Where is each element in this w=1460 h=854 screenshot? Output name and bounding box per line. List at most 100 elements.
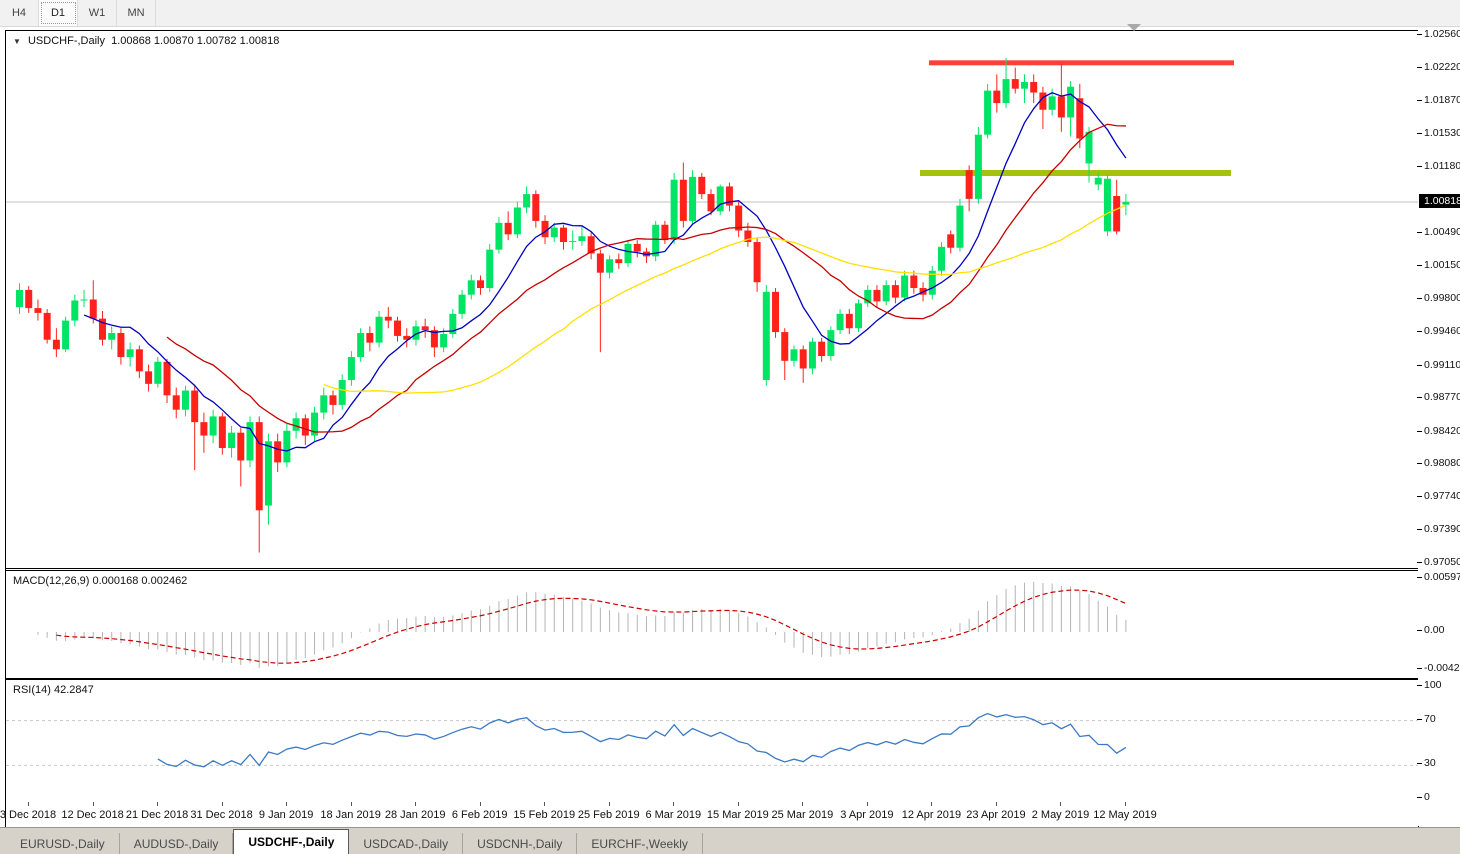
date-tick — [802, 802, 804, 806]
date-label: 31 Dec 2018 — [190, 809, 253, 821]
price-tick — [1417, 397, 1422, 398]
date-label: 18 Jan 2019 — [320, 809, 381, 821]
date-label: 25 Mar 2019 — [771, 809, 834, 821]
date-label: 9 Jan 2019 — [258, 809, 314, 821]
rsi-label: 0 — [1424, 791, 1430, 803]
price-tick — [1417, 562, 1422, 563]
chart-tab-usdcad-daily[interactable]: USDCAD-,Daily — [349, 833, 464, 854]
date-tick — [286, 802, 288, 806]
chart-title: ▼ USDCHF-,Daily 1.00868 1.00870 1.00782 … — [13, 35, 279, 47]
price-chart-canvas[interactable] — [6, 31, 1418, 568]
price-label: 0.99800 — [1424, 292, 1460, 304]
chart-ohlc-values: 1.00868 1.00870 1.00782 1.00818 — [111, 35, 280, 47]
macd-title: MACD(12,26,9) 0.000168 0.002462 — [13, 575, 187, 587]
macd-values: 0.000168 0.002462 — [92, 575, 188, 587]
date-tick — [931, 802, 933, 806]
date-label: 15 Feb 2019 — [513, 809, 576, 821]
chart-tab-bar: EURUSD-,Daily AUDUSD-,Daily USDCHF-,Daily U… — [0, 827, 1460, 854]
price-tick — [1417, 133, 1422, 134]
date-label: 12 Apr 2019 — [901, 809, 962, 821]
price-label: 0.98770 — [1424, 391, 1460, 403]
date-label: 3 Dec 2018 — [0, 809, 57, 821]
price-label: 0.98420 — [1424, 425, 1460, 437]
date-tick — [544, 802, 546, 806]
value-axis-column[interactable]: 1.00818 1.02560 1.02220 1.01870 1.01530 1.01… — [1417, 28, 1460, 826]
scroll-end-marker-icon[interactable] — [1127, 24, 1141, 31]
chart-window[interactable]: ▼ USDCHF-,Daily 1.00868 1.00870 1.00782 … — [0, 30, 1419, 828]
price-label: 1.00490 — [1424, 226, 1460, 238]
mt4-terminal: { "toolbar": { "timeframes": [ {"label":… — [0, 0, 1460, 854]
price-tick — [1417, 463, 1422, 464]
date-tick — [415, 802, 417, 806]
timeframe-mn-button[interactable]: MN — [117, 0, 156, 26]
rsi-canvas[interactable] — [6, 680, 1418, 802]
rsi-panel[interactable]: RSI(14) 42.2847 — [6, 679, 1418, 803]
macd-canvas[interactable] — [6, 571, 1418, 678]
date-label: 12 Dec 2018 — [61, 809, 124, 821]
date-label: 23 Apr 2019 — [966, 809, 1026, 821]
price-label: 1.02560 — [1424, 28, 1460, 40]
timeframe-toolbar: H4 D1 W1 MN — [0, 0, 1460, 27]
price-label: 1.02220 — [1424, 61, 1460, 73]
rsi-tick — [1417, 763, 1422, 764]
price-tick — [1417, 100, 1422, 101]
price-tick — [1417, 265, 1422, 266]
price-panel[interactable]: ▼ USDCHF-,Daily 1.00868 1.00870 1.00782 … — [6, 31, 1418, 569]
price-label: 1.00150 — [1424, 259, 1460, 271]
date-tick — [221, 802, 223, 806]
macd-tick — [1417, 668, 1422, 669]
price-label: 0.97050 — [1424, 556, 1460, 568]
price-tick — [1417, 431, 1422, 432]
rsi-tick — [1417, 685, 1422, 686]
macd-panel[interactable]: MACD(12,26,9) 0.000168 0.002462 — [6, 570, 1418, 679]
date-axis[interactable]: 3 Dec 2018 12 Dec 2018 21 Dec 2018 31 Dec 2… — [0, 802, 1418, 827]
date-tick — [350, 802, 352, 806]
timeframe-h4-button[interactable]: H4 — [0, 0, 39, 26]
date-tick — [866, 802, 868, 806]
price-tick — [1417, 67, 1422, 68]
macd-tick — [1417, 577, 1422, 578]
chart-tab-usdchf-daily[interactable]: USDCHF-,Daily — [233, 829, 350, 854]
date-tick — [1060, 802, 1062, 806]
price-label: 1.01530 — [1424, 127, 1460, 139]
timeframe-buttons: H4 D1 W1 MN — [0, 0, 156, 26]
date-tick — [479, 802, 481, 806]
date-tick — [673, 802, 675, 806]
price-label: 0.99460 — [1424, 325, 1460, 337]
macd-label: MACD(12,26,9) — [13, 575, 90, 587]
date-label: 25 Feb 2019 — [577, 809, 640, 821]
date-label: 3 Apr 2019 — [840, 809, 894, 821]
rsi-value: 42.2847 — [53, 684, 94, 696]
price-tick — [1417, 365, 1422, 366]
chart-tab-eurusd-daily[interactable]: EURUSD-,Daily — [6, 833, 120, 854]
date-tick — [92, 802, 94, 806]
chart-symbol-label: USDCHF-,Daily — [27, 35, 105, 47]
rsi-label: 100 — [1424, 679, 1442, 691]
macd-label: -0.004243 — [1424, 662, 1460, 674]
price-label: 0.97740 — [1424, 490, 1460, 502]
timeframe-d1-button[interactable]: D1 — [39, 0, 78, 26]
chart-tab-audusd-daily[interactable]: AUDUSD-,Daily — [120, 833, 234, 854]
price-label: 1.01180 — [1424, 160, 1460, 172]
date-label: 12 May 2019 — [1093, 809, 1157, 821]
chart-tab-eurchf-weekly[interactable]: EURCHF-,Weekly — [577, 833, 703, 854]
current-price-badge: 1.00818 — [1419, 194, 1460, 208]
price-label: 0.99110 — [1424, 359, 1460, 371]
rsi-label: 30 — [1424, 757, 1436, 769]
date-tick — [608, 802, 610, 806]
price-tick — [1417, 166, 1422, 167]
rsi-title: RSI(14) 42.2847 — [13, 684, 94, 696]
price-tick — [1417, 529, 1422, 530]
date-label: 21 Dec 2018 — [125, 809, 189, 821]
timeframe-w1-button[interactable]: W1 — [78, 0, 117, 26]
date-tick — [1125, 802, 1126, 806]
date-tick — [28, 802, 29, 806]
macd-label: 0.00 — [1424, 624, 1445, 636]
macd-label: 0.00597 — [1424, 571, 1460, 583]
date-tick — [737, 802, 739, 806]
rsi-tick — [1417, 719, 1422, 720]
chart-tab-usdcnh-daily[interactable]: USDCNH-,Daily — [463, 833, 578, 854]
price-label: 1.01870 — [1424, 94, 1460, 106]
price-tick — [1417, 331, 1422, 332]
chevron-down-icon: ▼ — [13, 37, 21, 46]
